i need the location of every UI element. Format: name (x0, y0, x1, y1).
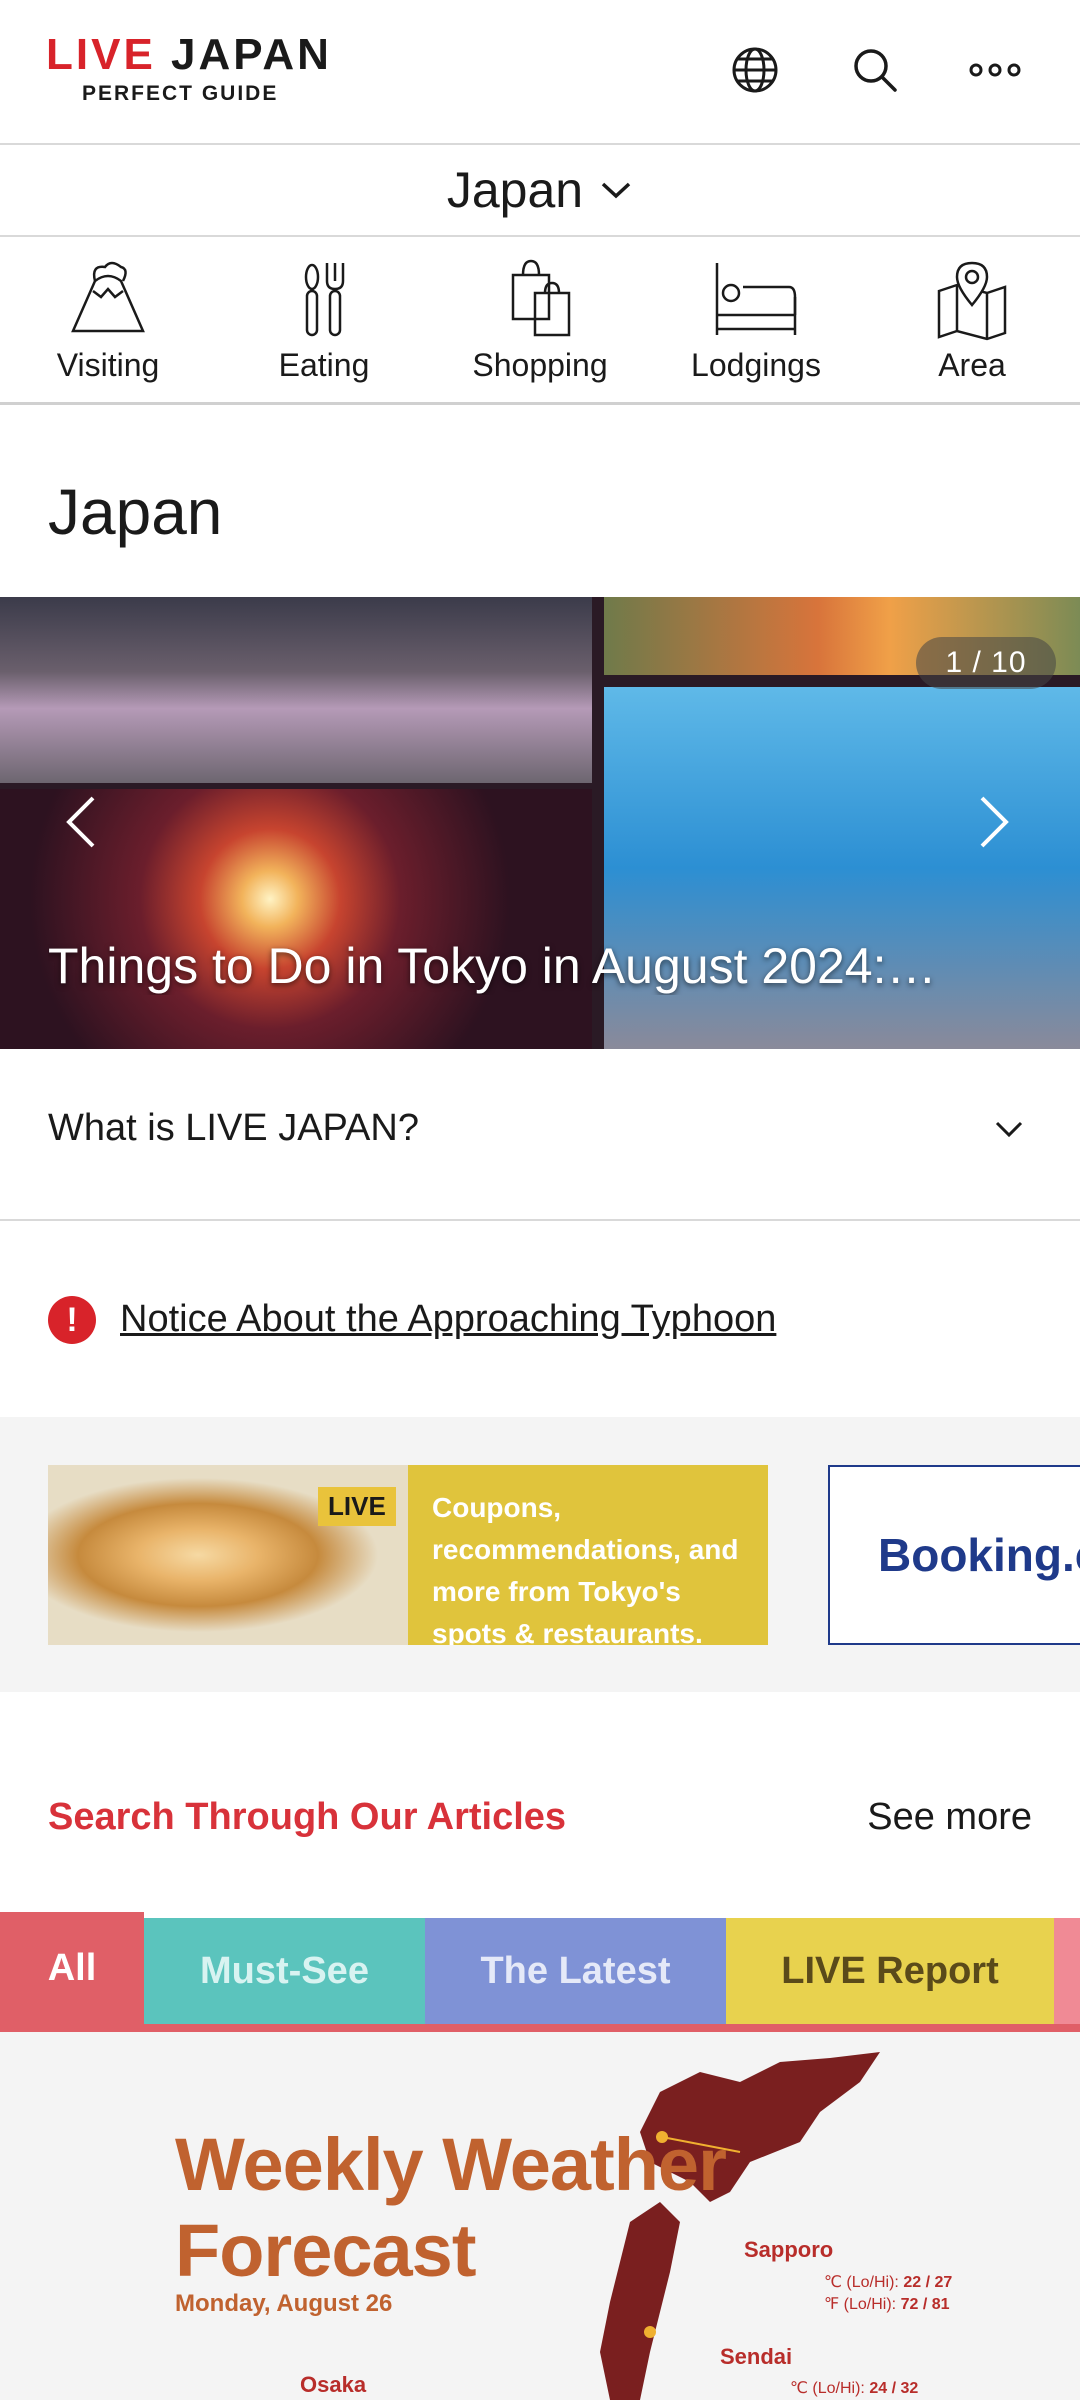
logo-japan: JAPAN (171, 30, 332, 79)
logo-title: LIVE JAPAN (46, 30, 332, 80)
coupon-banner[interactable]: LIVE Coupons, recommendations, and more … (48, 1465, 768, 1645)
sapporo-c-label: ℃ (Lo/Hi): (824, 2274, 899, 2291)
tab-live-report[interactable]: LIVE Report (726, 1918, 1054, 2024)
accordion-label: What is LIVE JAPAN? (48, 1107, 419, 1149)
city-sendai: Sendai (720, 2344, 793, 2369)
tab-the-latest[interactable]: The Latest (425, 1918, 726, 2024)
what-is-accordion[interactable]: What is LIVE JAPAN? (0, 1049, 1080, 1221)
active-tab-underline (0, 2024, 1080, 2032)
weather-feature-card[interactable]: Weekly Weather Forecast Monday, August 2… (0, 2032, 1080, 2400)
sendai-c-label: ℃ (Lo/Hi): (790, 2380, 865, 2397)
category-label: Lodgings (691, 347, 821, 383)
articles-section-header: Search Through Our Articles See more (0, 1692, 1080, 1912)
alert-icon: ! (48, 1296, 96, 1344)
logo-live: LIVE (46, 30, 156, 79)
live-badge: LIVE (318, 1487, 396, 1526)
see-more-link[interactable]: See more (867, 1796, 1032, 1839)
region-label: Japan (446, 162, 584, 218)
weather-date: Monday, August 26 (175, 2290, 393, 2317)
category-area[interactable]: Area (864, 237, 1080, 402)
carousel-caption[interactable]: Things to Do in Tokyo in August 2024:… (48, 937, 1048, 995)
city-osaka: Osaka (300, 2372, 367, 2397)
app-header: LIVE JAPAN PERFECT GUIDE (0, 0, 1080, 145)
typhoon-notice-link[interactable]: Notice About the Approaching Typhoon (120, 1298, 776, 1341)
weather-title: Weekly Weather Forecast (175, 2122, 727, 2294)
category-label: Shopping (472, 347, 608, 383)
category-nav: Visiting Eating Shopping Lodgings Area (0, 237, 1080, 405)
sapporo-temps: ℃ (Lo/Hi): 22 / 27 ℉ (Lo/Hi): 72 / 81 (824, 2272, 952, 2316)
city-sapporo: Sapporo (744, 2237, 834, 2262)
tab-next-partial[interactable] (1054, 1918, 1080, 2024)
booking-logo-text: Booking.co (878, 1529, 1080, 1581)
prev-arrow-icon[interactable] (55, 792, 105, 852)
featured-carousel[interactable]: 1 / 10 Things to Do in Tokyo in August 2… (0, 597, 1080, 1049)
category-shopping[interactable]: Shopping (432, 237, 648, 402)
pancake-photo: LIVE (48, 1465, 408, 1645)
sapporo-f-label: ℉ (Lo/Hi): (824, 2296, 897, 2313)
search-icon[interactable] (845, 40, 905, 100)
weather-title-line1: Weekly Weather (175, 2123, 727, 2206)
cutlery-icon (304, 263, 345, 337)
bed-icon (715, 263, 797, 335)
category-label: Eating (278, 347, 370, 383)
more-icon[interactable] (965, 40, 1025, 100)
mount-fuji-icon (71, 261, 145, 333)
booking-banner[interactable]: Booking.co (828, 1465, 1080, 1645)
category-eating[interactable]: Eating (216, 237, 432, 402)
dancers-photo (0, 597, 592, 783)
sendai-temps: ℃ (Lo/Hi): 24 / 32 (790, 2378, 918, 2400)
typhoon-notice: ! Notice About the Approaching Typhoon (0, 1221, 1080, 1417)
articles-title: Search Through Our Articles (48, 1796, 567, 1838)
tab-all[interactable]: All (0, 1912, 144, 2024)
article-tabs: All Must-See The Latest LIVE Report (0, 1912, 1080, 2032)
logo-subtitle: PERFECT GUIDE (82, 82, 279, 105)
category-label: Visiting (56, 347, 160, 383)
category-label: Area (938, 347, 1006, 383)
promo-banners: LIVE Coupons, recommendations, and more … (0, 1417, 1080, 1692)
globe-icon[interactable] (725, 40, 785, 100)
sapporo-c-value: 22 / 27 (903, 2274, 953, 2291)
weather-title-line2: Forecast (175, 2209, 476, 2292)
tab-must-see[interactable]: Must-See (144, 1918, 425, 2024)
page-title: Japan (48, 476, 223, 548)
map-pin-icon (937, 261, 1007, 341)
chevron-down-icon (995, 1121, 1023, 1138)
shopping-bags-icon (511, 259, 571, 337)
chevron-down-icon (601, 182, 631, 199)
category-lodgings[interactable]: Lodgings (648, 237, 864, 402)
slide-counter: 1 / 10 (916, 637, 1056, 689)
region-selector[interactable]: Japan (0, 145, 1080, 237)
sendai-c-value: 24 / 32 (869, 2380, 919, 2397)
sapporo-f-value: 72 / 81 (900, 2296, 950, 2313)
next-arrow-icon[interactable] (970, 792, 1020, 852)
coupon-banner-text: Coupons, recommendations, and more from … (408, 1465, 768, 1645)
live-japan-logo[interactable]: LIVE JAPAN PERFECT GUIDE (46, 30, 329, 110)
category-visiting[interactable]: Visiting (0, 237, 216, 402)
